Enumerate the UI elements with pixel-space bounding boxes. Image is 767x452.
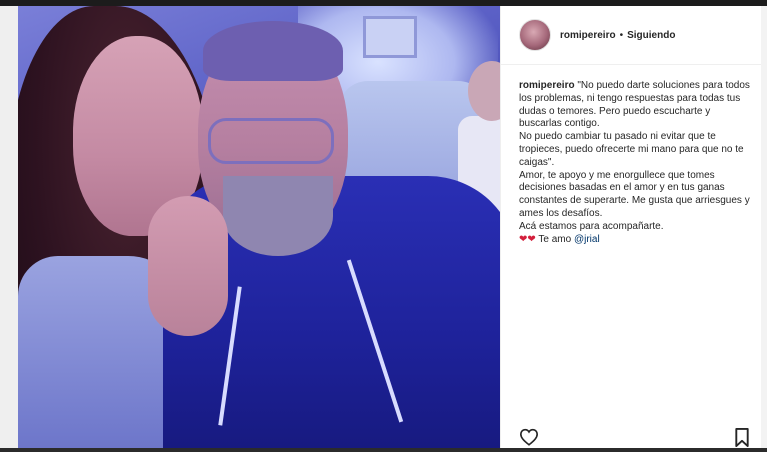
- post-header: romipereiro • Siguiendo: [501, 6, 762, 65]
- signoff-text: Te amo: [538, 233, 572, 245]
- hearts-emoji: ❤❤: [519, 233, 536, 245]
- header-username[interactable]: romipereiro: [560, 30, 616, 41]
- stage-left-margin: [0, 6, 18, 448]
- stage-right-margin: [761, 6, 767, 448]
- caption-signoff: ❤❤ Te amo @jrial: [519, 234, 751, 247]
- caption-line-2: No puedo cambiar tu pasado ni evitar que…: [519, 131, 744, 168]
- mention-link[interactable]: @jrial: [574, 234, 600, 245]
- glasses: [208, 118, 334, 164]
- avatar[interactable]: [519, 19, 551, 51]
- hand: [148, 196, 228, 336]
- seat-screen: [363, 16, 417, 58]
- caption-first-line: romipereiro "No puedo darte soluciones p…: [519, 80, 751, 131]
- caption-line-4: Acá estamos para acompañarte.: [519, 220, 664, 232]
- post-actions: [501, 428, 762, 448]
- post-photo[interactable]: [18, 6, 500, 448]
- follow-status-button[interactable]: Siguiendo: [627, 30, 675, 41]
- post-side-panel: romipereiro • Siguiendo romipereiro "No …: [500, 6, 762, 448]
- caption-line-3: Amor, te apoyo y me enorgullece que tome…: [519, 169, 750, 219]
- caption-author[interactable]: romipereiro: [519, 80, 575, 91]
- caption: romipereiro "No puedo darte soluciones p…: [519, 80, 751, 246]
- separator-dot: •: [619, 29, 624, 41]
- bookmark-icon[interactable]: [734, 428, 750, 452]
